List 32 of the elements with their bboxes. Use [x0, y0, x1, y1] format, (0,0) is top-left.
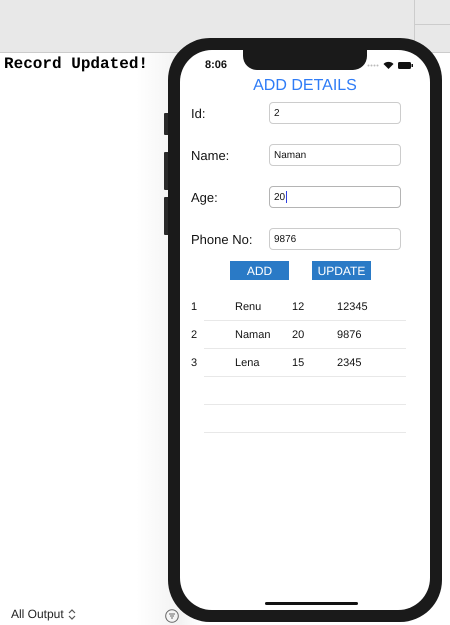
console-message: Record Updated!	[4, 55, 148, 73]
status-time: 8:06	[205, 59, 228, 71]
table-cell: 2345	[337, 357, 362, 369]
output-filter-dropdown[interactable]: All Output	[11, 607, 76, 621]
signal-icon	[367, 64, 379, 66]
field-label: Id:	[191, 106, 206, 120]
table-cell: 12345	[337, 301, 368, 313]
input-field[interactable]: Naman	[269, 144, 401, 166]
field-label: Age:	[191, 190, 219, 204]
update-button[interactable]: UPDATE	[312, 261, 371, 280]
field-label: Phone No:	[191, 232, 254, 246]
table-cell: 1	[191, 301, 198, 313]
table-cell: 9876	[337, 329, 362, 341]
chevron-updown-icon	[68, 608, 76, 620]
text-cursor	[286, 191, 288, 203]
table-cell: Naman	[235, 329, 270, 341]
field-label: Name:	[191, 148, 230, 162]
input-field[interactable]: 2	[269, 102, 401, 124]
table-cell: 3	[191, 357, 198, 369]
wifi-icon	[383, 61, 394, 69]
table-cell: 12	[292, 301, 304, 313]
input-field[interactable]: 9876	[269, 228, 401, 250]
table-cell: Renu	[235, 301, 262, 313]
table-cell: 15	[292, 357, 304, 369]
filter-icon[interactable]	[165, 609, 179, 623]
battery-icon	[398, 62, 413, 68]
input-field[interactable]: 20	[269, 186, 401, 208]
table-cell: Lena	[235, 357, 260, 369]
table-cell: 2	[191, 329, 198, 341]
screen-title: ADD DETAILS	[252, 77, 358, 96]
table-cell: 20	[292, 329, 304, 341]
add-button[interactable]: ADD	[230, 261, 289, 280]
